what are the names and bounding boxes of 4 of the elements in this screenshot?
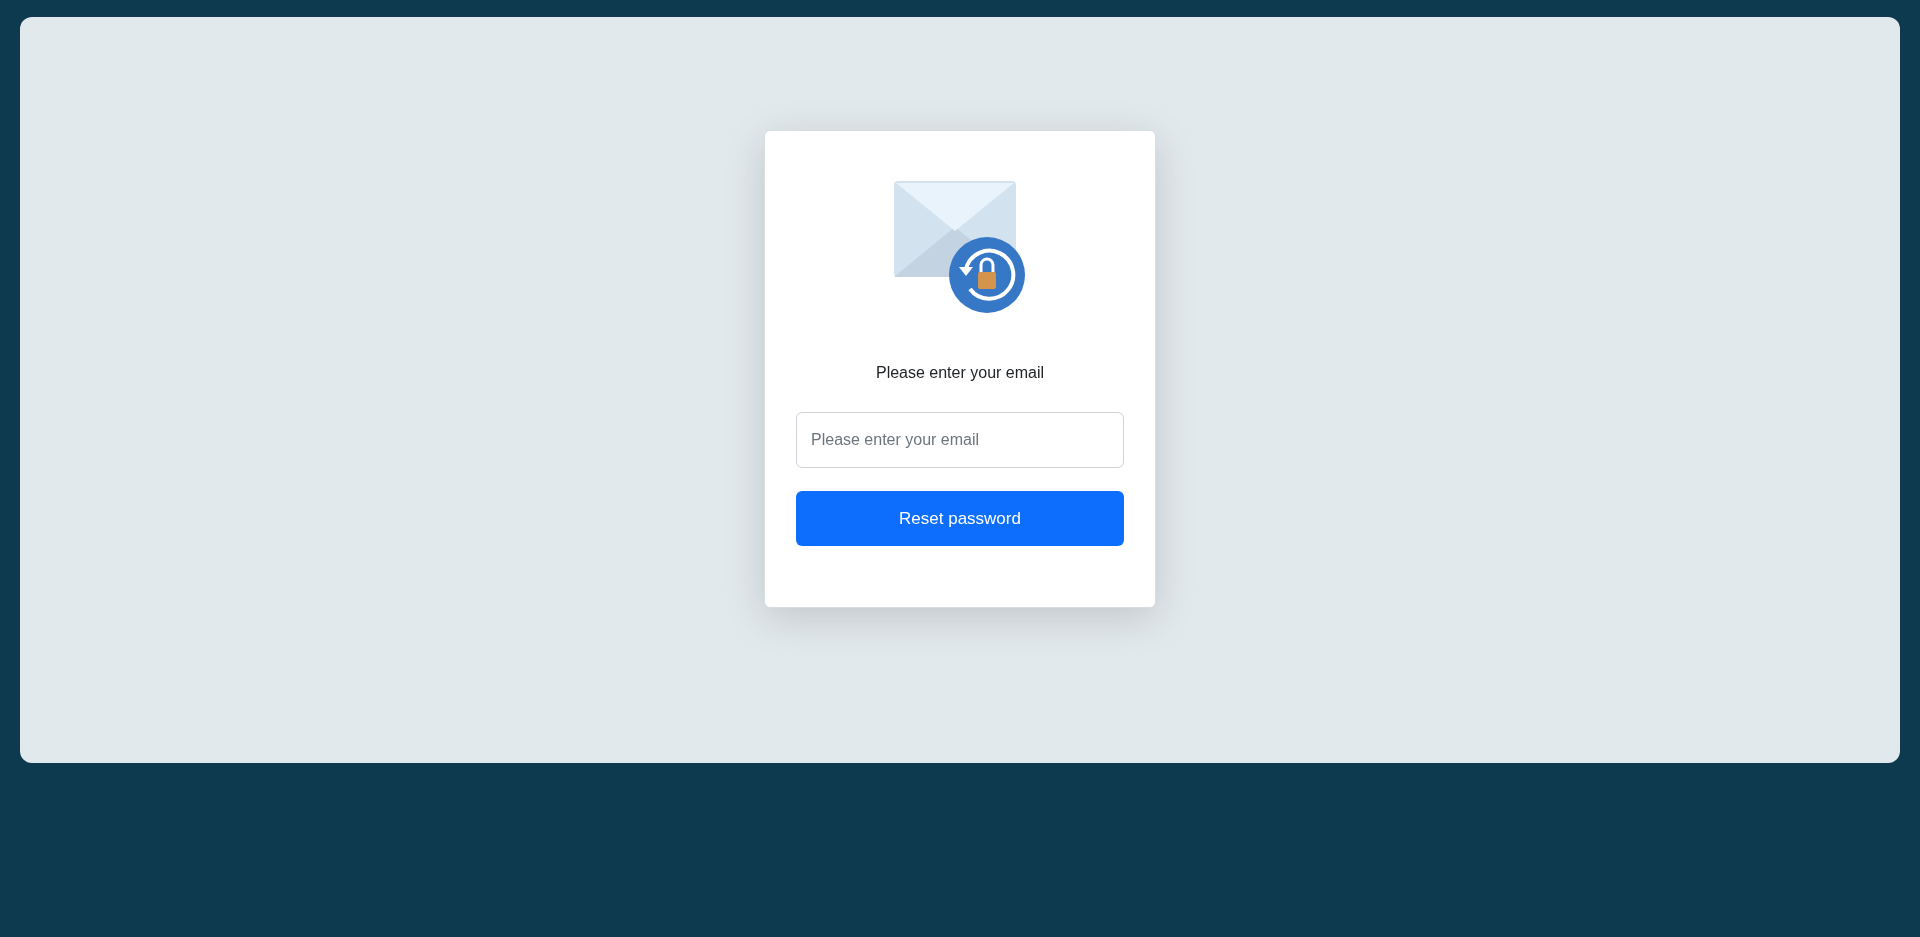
prompt-text: Please enter your email (875, 363, 1045, 383)
reset-password-button[interactable]: Reset password (796, 491, 1124, 546)
email-field[interactable]: Please enter your email (796, 412, 1124, 468)
envelope-lock-icon (894, 181, 1026, 314)
